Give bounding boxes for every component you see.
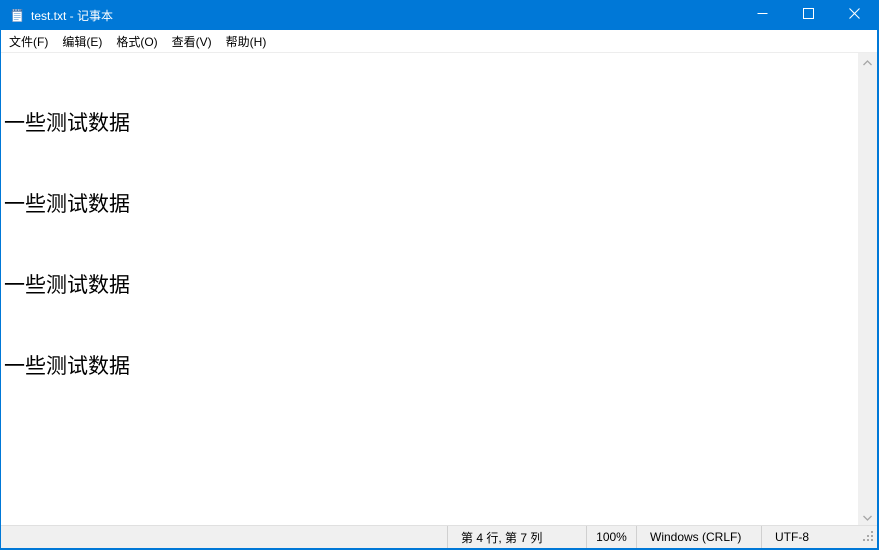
- minimize-icon: [757, 6, 768, 24]
- status-encoding: UTF-8: [761, 526, 859, 548]
- chevron-up-icon: [863, 53, 872, 71]
- resize-grip-icon: [863, 531, 874, 545]
- window-title: test.txt - 记事本: [31, 7, 113, 24]
- menu-bar: 文件(F) 编辑(E) 格式(O) 查看(V) 帮助(H): [1, 30, 877, 53]
- notepad-window: test.txt - 记事本: [0, 0, 879, 550]
- text-line: 一些测试数据: [4, 353, 858, 380]
- menu-view[interactable]: 查看(V): [165, 29, 219, 54]
- status-zoom-level: 100%: [586, 526, 636, 548]
- maximize-button[interactable]: [785, 0, 831, 30]
- status-cursor-position: 第 4 行, 第 7 列: [447, 526, 586, 548]
- text-line: 一些测试数据: [4, 272, 858, 299]
- text-editor[interactable]: 一些测试数据 一些测试数据 一些测试数据 一些测试数据: [1, 53, 858, 525]
- status-spacer: [1, 526, 447, 548]
- content-area: 一些测试数据 一些测试数据 一些测试数据 一些测试数据: [1, 53, 877, 525]
- scroll-up-button[interactable]: [858, 53, 877, 70]
- close-button[interactable]: [831, 0, 877, 30]
- maximize-icon: [803, 6, 814, 24]
- title-bar[interactable]: test.txt - 记事本: [1, 0, 877, 30]
- close-icon: [849, 6, 860, 24]
- resize-grip[interactable]: [859, 526, 877, 548]
- text-line: 一些测试数据: [4, 191, 858, 218]
- status-bar: 第 4 行, 第 7 列 100% Windows (CRLF) UTF-8: [1, 525, 877, 548]
- minimize-button[interactable]: [739, 0, 785, 30]
- text-line: 一些测试数据: [4, 110, 858, 137]
- menu-format[interactable]: 格式(O): [109, 29, 164, 54]
- status-line-ending: Windows (CRLF): [636, 526, 761, 548]
- vertical-scrollbar[interactable]: [858, 53, 877, 525]
- menu-file[interactable]: 文件(F): [2, 29, 55, 54]
- menu-edit[interactable]: 编辑(E): [55, 29, 109, 54]
- caption-buttons: [739, 0, 877, 30]
- menu-help[interactable]: 帮助(H): [219, 29, 274, 54]
- notepad-icon: [9, 7, 25, 23]
- chevron-down-icon: [863, 508, 872, 526]
- scroll-down-button[interactable]: [858, 508, 877, 525]
